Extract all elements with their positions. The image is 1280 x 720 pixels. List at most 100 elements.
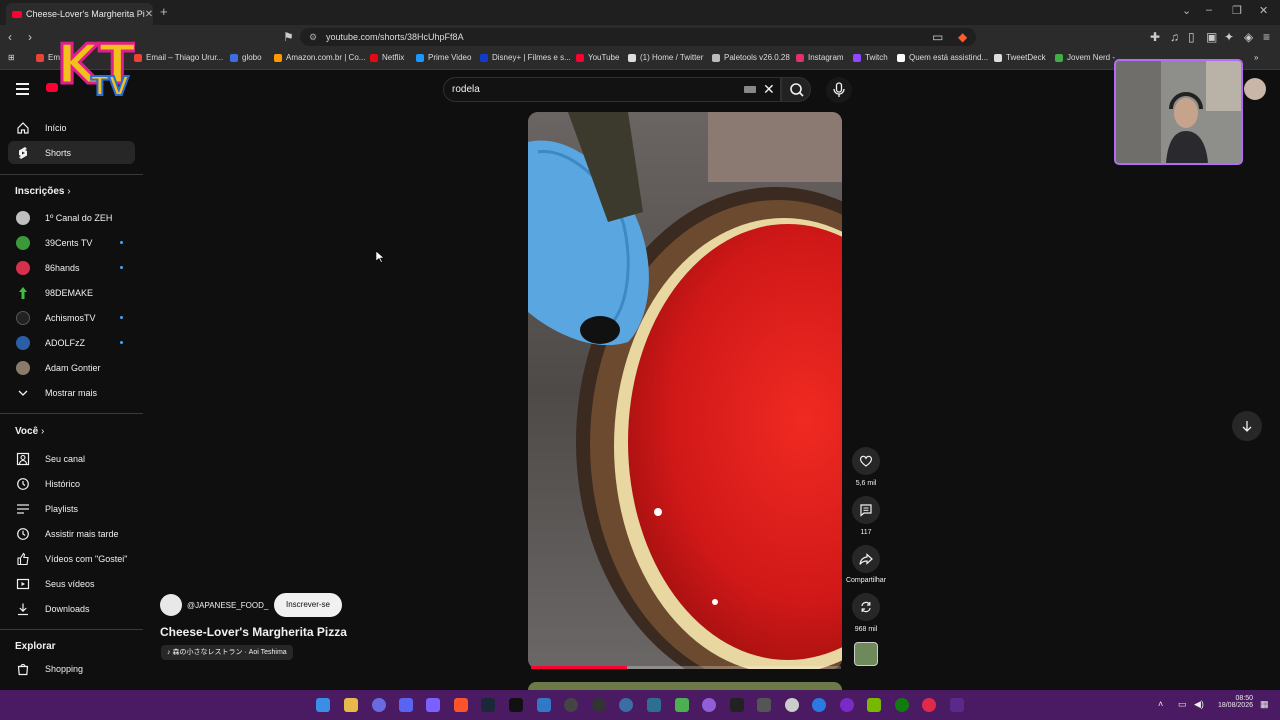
channel-name[interactable]: @JAPANESE_FOOD_ bbox=[187, 601, 268, 610]
app-icon[interactable] bbox=[702, 698, 716, 712]
next-short-button[interactable] bbox=[1232, 411, 1262, 441]
app-icon[interactable] bbox=[372, 698, 386, 712]
bookmark-item[interactable]: Twitch bbox=[853, 53, 888, 62]
address-bar[interactable]: ⚙ youtube.com/shorts/38HcUhpFf8A bbox=[300, 28, 976, 46]
sidebar-item-history[interactable]: Histórico bbox=[8, 472, 135, 495]
bookmark-item[interactable]: Quem está assistind... bbox=[897, 53, 988, 62]
app-icon[interactable] bbox=[840, 698, 854, 712]
sidebar-item-your-videos[interactable]: Seus vídeos bbox=[8, 572, 135, 595]
subscribe-button[interactable]: Inscrever-se bbox=[274, 593, 342, 617]
xbox-icon[interactable] bbox=[895, 698, 909, 712]
voice-search-button[interactable] bbox=[826, 77, 852, 103]
bookmark-item[interactable]: YouTube bbox=[576, 53, 619, 62]
extensions-icon[interactable]: ✚ bbox=[1150, 30, 1160, 44]
new-tab-button[interactable]: + bbox=[160, 4, 168, 19]
sidebar-item-playlists[interactable]: Playlists bbox=[8, 497, 135, 520]
site-info-icon[interactable]: ⚙ bbox=[309, 28, 317, 46]
vpn-icon[interactable]: ◈ bbox=[1244, 30, 1253, 44]
app-icon[interactable] bbox=[619, 698, 633, 712]
bookmark-item[interactable]: Amazon.com.br | Co... bbox=[274, 53, 365, 62]
start-icon[interactable] bbox=[316, 698, 330, 712]
sidebar-subscription[interactable]: AchismosTV bbox=[8, 306, 135, 329]
account-avatar[interactable] bbox=[1244, 78, 1266, 100]
app-icon[interactable] bbox=[812, 698, 826, 712]
app-icon[interactable] bbox=[564, 698, 578, 712]
wallet-icon[interactable]: ▣ bbox=[1206, 30, 1217, 44]
music-chip[interactable]: ♪ 森の小さなレストラン · Aoi Teshima bbox=[161, 645, 293, 660]
sidebar-subscription[interactable]: 39Cents TV bbox=[8, 231, 135, 254]
video-title[interactable]: Cheese-Lover's Margherita Pizza bbox=[160, 625, 347, 639]
media-icon[interactable]: ♫ bbox=[1170, 30, 1179, 44]
app-icon[interactable] bbox=[950, 698, 964, 712]
clock[interactable]: 08:50 18/08/2026 bbox=[1205, 695, 1253, 709]
nvidia-icon[interactable] bbox=[867, 698, 881, 712]
keyboard-icon[interactable] bbox=[744, 86, 756, 93]
short-video-player[interactable] bbox=[528, 112, 842, 669]
volume-icon[interactable]: ◀) bbox=[1194, 699, 1204, 710]
app-icon[interactable] bbox=[922, 698, 936, 712]
bookmark-item[interactable]: globo bbox=[230, 53, 262, 62]
sidebar-item-your-channel[interactable]: Seu canal bbox=[8, 447, 135, 470]
network-icon[interactable]: ▭ bbox=[1178, 699, 1187, 710]
subscriptions-heading[interactable]: Inscrições › bbox=[15, 186, 71, 197]
forward-icon[interactable]: › bbox=[28, 30, 32, 44]
bookmark-item[interactable]: Instagram bbox=[796, 53, 844, 62]
app-icon[interactable] bbox=[537, 698, 551, 712]
apps-icon[interactable]: ⊞ bbox=[8, 53, 15, 62]
app-icon[interactable] bbox=[647, 698, 661, 712]
bookmark-item[interactable]: TweetDeck bbox=[994, 53, 1046, 62]
steam-icon[interactable] bbox=[481, 698, 495, 712]
clear-search-icon[interactable]: ✕ bbox=[763, 78, 775, 101]
app-icon[interactable] bbox=[757, 698, 771, 712]
next-video-preview[interactable] bbox=[528, 682, 842, 690]
tab-search-icon[interactable]: ⌄ bbox=[1182, 4, 1191, 17]
cast-icon[interactable]: ▭ bbox=[932, 30, 943, 44]
window-close-icon[interactable]: ✕ bbox=[1259, 4, 1268, 17]
brave-shield-icon[interactable]: ◆ bbox=[958, 30, 967, 44]
menu-icon[interactable]: ≡ bbox=[1263, 30, 1270, 44]
sidebar-item-shorts[interactable]: Shorts bbox=[8, 141, 135, 164]
search-button[interactable] bbox=[781, 77, 811, 102]
tab-close-icon[interactable]: ✕ bbox=[145, 9, 153, 20]
app-icon[interactable] bbox=[730, 698, 744, 712]
sidebar-item-watch-later[interactable]: Assistir mais tarde bbox=[8, 522, 135, 545]
maximize-icon[interactable]: ❐ bbox=[1232, 4, 1242, 17]
like-button[interactable] bbox=[852, 447, 880, 475]
bookmark-item[interactable]: Jovem Nerd - bbox=[1055, 53, 1115, 62]
sidebar-subscription[interactable]: ADOLFzZ bbox=[8, 331, 135, 354]
bookmark-item[interactable]: Netflix bbox=[370, 53, 404, 62]
sidebar-subscription[interactable]: 98DEMAKE bbox=[8, 281, 135, 304]
leo-icon[interactable]: ✦ bbox=[1224, 30, 1234, 44]
more-bookmarks-icon[interactable]: » bbox=[1254, 53, 1258, 62]
browser-tab[interactable]: Cheese-Lover's Margherita Pi ✕ bbox=[6, 3, 153, 25]
video-progress-bar[interactable] bbox=[531, 666, 841, 669]
sidebar-item-home[interactable]: Início bbox=[8, 116, 135, 139]
sidebar-subscription[interactable]: Adam Gontier bbox=[8, 356, 135, 379]
bookmark-item[interactable]: Prime Video bbox=[416, 53, 471, 62]
sidebar-icon[interactable]: ▯ bbox=[1188, 30, 1195, 44]
share-button[interactable] bbox=[852, 545, 880, 573]
sidebar-item-shopping[interactable]: Shopping bbox=[8, 657, 135, 680]
sidebar-subscription[interactable]: 1º Canal do ZEH bbox=[8, 206, 135, 229]
minimize-icon[interactable]: – bbox=[1206, 4, 1212, 16]
bookmark-item[interactable]: Email – Thiago Urur... bbox=[134, 53, 223, 62]
tray-chevron-icon[interactable]: ˄ bbox=[1158, 699, 1163, 709]
sidebar-subscription[interactable]: 86hands bbox=[8, 256, 135, 279]
brave-icon[interactable] bbox=[454, 698, 468, 712]
back-icon[interactable]: ‹ bbox=[8, 30, 12, 44]
app-icon[interactable] bbox=[785, 698, 799, 712]
obs-icon[interactable] bbox=[592, 698, 606, 712]
menu-hamburger-icon[interactable] bbox=[16, 83, 29, 98]
search-input[interactable]: rodela ✕ bbox=[443, 77, 781, 102]
comments-button[interactable] bbox=[852, 496, 880, 524]
sidebar-item-liked-videos[interactable]: Vídeos com "Gostei" bbox=[8, 547, 135, 570]
bookmark-item[interactable]: (1) Home / Twitter bbox=[628, 53, 703, 62]
sidebar-item-downloads[interactable]: Downloads bbox=[8, 597, 135, 620]
notifications-icon[interactable]: ▦ bbox=[1260, 699, 1269, 710]
bookmark-icon[interactable]: ⚑ bbox=[283, 30, 294, 44]
bookmark-item[interactable]: Disney+ | Filmes e s... bbox=[480, 53, 571, 62]
you-heading[interactable]: Você › bbox=[15, 426, 44, 437]
discord-icon[interactable] bbox=[399, 698, 413, 712]
remix-button[interactable] bbox=[852, 593, 880, 621]
file-explorer-icon[interactable] bbox=[344, 698, 358, 712]
